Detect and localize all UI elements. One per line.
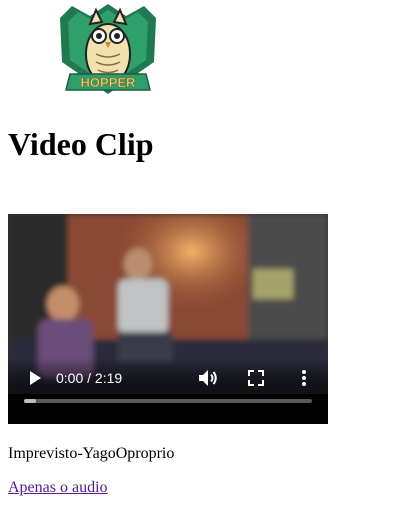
page-title: Video Clip	[8, 126, 154, 162]
play-icon	[30, 371, 41, 385]
video-player[interactable]: 0:00 / 2:19	[8, 214, 328, 424]
play-button[interactable]	[22, 366, 46, 390]
logo-text: HOPPER	[81, 75, 137, 90]
video-filename: Imprevisto-YagoOproprio	[8, 445, 175, 462]
audio-only-link[interactable]: Apenas o audio	[8, 478, 108, 498]
seek-bar[interactable]	[24, 399, 312, 403]
fullscreen-button[interactable]	[244, 366, 268, 390]
time-display: 0:00 / 2:19	[56, 370, 123, 386]
volume-icon	[199, 370, 217, 386]
more-options-icon	[302, 370, 306, 386]
volume-button[interactable]	[196, 366, 220, 390]
more-options-button[interactable]	[292, 366, 316, 390]
owl-logo-icon: HOPPER	[60, 4, 156, 94]
video-controls: 0:00 / 2:19	[8, 358, 328, 424]
seek-bar-buffered	[24, 399, 36, 403]
fullscreen-icon	[248, 370, 264, 386]
hopper-logo: HOPPER	[50, 2, 166, 98]
